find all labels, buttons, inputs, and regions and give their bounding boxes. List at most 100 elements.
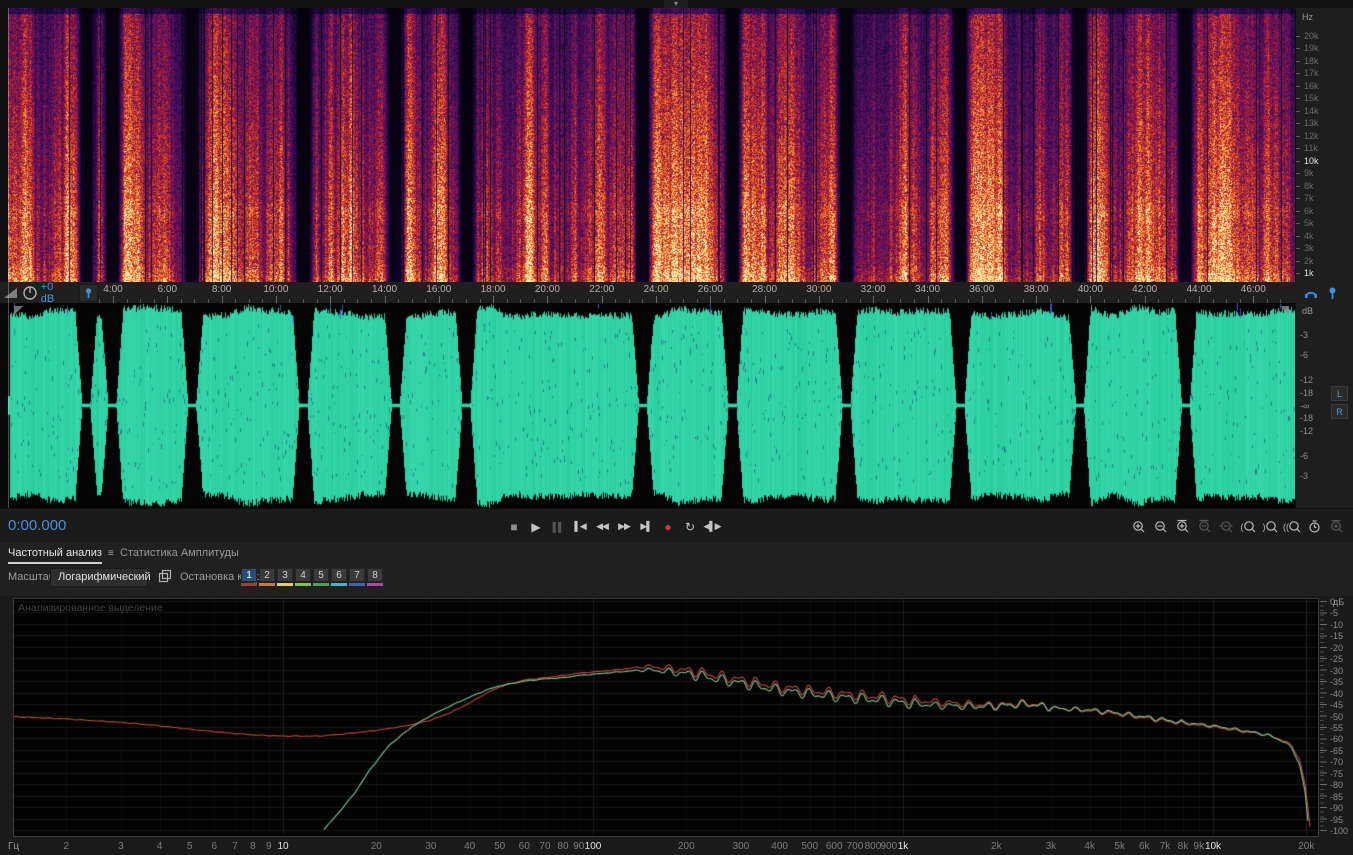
play-button[interactable]: ▶ [526, 517, 546, 536]
freq-tick-label: 15k [1304, 93, 1319, 104]
frame-hold-button-8[interactable]: 8 [367, 568, 383, 586]
db-tick-label: -80 [1330, 780, 1344, 791]
freq-tick [1296, 260, 1300, 262]
skip-selection-button[interactable]: ◀▌▶ [702, 517, 722, 536]
frame-hold-button-4[interactable]: 4 [295, 568, 311, 586]
zoom-out-selection-button[interactable] [1194, 517, 1215, 536]
freq-axis-tick-label: 2k [991, 841, 1002, 852]
tab-amplitude-statistics[interactable]: Статистика Амплитуды [120, 547, 239, 559]
db-tick-label: -75 [1330, 768, 1344, 779]
pause-button[interactable]: ▌▌ [548, 517, 568, 536]
db-tick-label: -100 [1330, 826, 1349, 836]
freq-axis-tick-label: 10 [277, 841, 289, 852]
frame-hold-number: 3 [277, 568, 293, 582]
marker-pin-icon[interactable] [1327, 286, 1338, 300]
freq-tick-label: 7k [1304, 193, 1314, 204]
freq-tick [1296, 273, 1300, 274]
rewind-button[interactable]: ◀◀ [592, 517, 612, 536]
ruler-time-label: 38:00 [1023, 284, 1049, 295]
timeline-tick [981, 296, 983, 303]
fast-forward-button[interactable]: ▶▶ [614, 517, 634, 536]
timeline-tick [764, 296, 766, 303]
panel-grip-icon[interactable]: ▾ [664, 0, 688, 8]
skip-to-end-button[interactable]: ▶▌ [636, 517, 656, 536]
zoom-full-button[interactable] [1216, 517, 1237, 536]
stop-button[interactable]: ■ [504, 517, 524, 536]
timeline-tick [710, 296, 712, 303]
waveform-canvas[interactable] [8, 303, 1295, 508]
zoom-out-point-button[interactable]: ) [1260, 517, 1281, 536]
record-button[interactable]: ● [658, 517, 678, 536]
db-tick-label: -5 [1330, 608, 1339, 619]
current-time-display[interactable]: 0:00.000 [8, 517, 66, 534]
zoom-in-selection-button[interactable] [1172, 517, 1193, 536]
timeline-tick [1199, 296, 1200, 303]
zoom-amplitude-button[interactable] [1326, 517, 1347, 536]
zoom-to-selection-button[interactable]: (( [1282, 517, 1303, 536]
db-tick-label: -20 [1330, 642, 1344, 653]
freq-tick-label: 16k [1304, 80, 1319, 91]
freq-tick [1296, 235, 1300, 237]
tab-frequency-analysis[interactable]: Частотный анализ ≡ [8, 547, 114, 559]
timeline-tick [873, 296, 875, 303]
frame-hold-button-3[interactable]: 3 [277, 568, 293, 586]
panel-menu-icon[interactable]: ≡ [108, 548, 114, 559]
ruler-time-label: 14:00 [371, 284, 398, 295]
frame-hold-button-7[interactable]: 7 [349, 568, 365, 586]
timeline-ticks: 4:00 6:00 8:00 10:00 12:00 14:00 16:00 18:00 20:… [0, 282, 1295, 303]
freq-axis-tick-label: 6 [211, 841, 217, 852]
freq-axis-tick-label: 700 [846, 841, 864, 852]
ruler-time-label: 26:00 [697, 284, 723, 295]
channel-right-button[interactable]: R [1331, 404, 1348, 419]
fade-envelope-icon[interactable] [3, 285, 18, 301]
freq-tick [1296, 198, 1300, 200]
bottom-panel-tabs: Частотный анализ ≡ Статистика Амплитуды [0, 543, 1353, 566]
db-amplitude-label: -18 [1300, 387, 1314, 398]
frame-hold-button-6[interactable]: 6 [331, 568, 347, 586]
spectrogram-canvas[interactable] [8, 8, 1295, 282]
freq-tick [1296, 73, 1300, 75]
ruler-time-label: 20:00 [534, 284, 560, 295]
frequency-analysis-panel: Анализированное выделение дБ Гц 0 -5 -10 -1… [0, 596, 1353, 855]
zoom-in-point-button[interactable]: ( [1238, 517, 1259, 536]
frame-hold-buttons: 12345678 [241, 568, 383, 586]
frame-hold-number: 7 [349, 568, 365, 582]
loop-playback-button[interactable]: ↻ [680, 517, 700, 536]
freq-tick-label: 2k [1304, 255, 1314, 266]
ruler-time-label: 40:00 [1077, 284, 1103, 295]
gain-knob-icon[interactable] [22, 285, 38, 301]
timeline-ruler[interactable]: 4:00 6:00 8:00 10:00 12:00 14:00 16:00 18:00 20:… [0, 281, 1353, 305]
freq-axis-tick-label: 500 [801, 841, 819, 852]
channel-left-button[interactable]: L [1331, 386, 1348, 401]
skip-to-start-button[interactable]: ▌◀ [570, 517, 590, 536]
pin-playhead-button[interactable] [78, 283, 98, 302]
zoom-in-time-button[interactable] [1128, 517, 1149, 536]
pin-marker-icon [85, 287, 91, 298]
frame-hold-button-2[interactable]: 2 [259, 568, 275, 586]
frame-hold-color-strip [349, 583, 365, 586]
freq-tick [1296, 60, 1300, 62]
ruler-time-label: 18:00 [480, 284, 506, 295]
frame-hold-number: 4 [295, 568, 311, 582]
db-tick-label: 0 [1330, 597, 1336, 607]
db-amplitude-label: -6 [1300, 350, 1309, 361]
freq-tick [1296, 123, 1300, 125]
freq-tick-label: 11k [1304, 143, 1318, 154]
scale-select[interactable]: Логарифмический ▾ [50, 568, 151, 587]
ruler-time-label: 30:00 [806, 284, 832, 295]
reset-zoom-button[interactable] [1304, 517, 1325, 536]
gain-value[interactable]: +0 dB [41, 281, 69, 305]
frame-hold-button-5[interactable]: 5 [313, 568, 329, 586]
monitor-headphone-icon[interactable] [1303, 285, 1319, 300]
selection-corner-handle[interactable] [1280, 306, 1289, 315]
playhead[interactable] [8, 8, 9, 508]
selection-corner-handle[interactable] [14, 306, 23, 315]
copy-graph-button[interactable] [156, 568, 174, 584]
db-tick-label: -25 [1330, 654, 1344, 665]
ruler-time-label: 36:00 [969, 284, 995, 295]
zoom-out-time-button[interactable] [1150, 517, 1171, 536]
freq-tick [1296, 135, 1300, 137]
timeline-tick [113, 296, 114, 303]
frame-hold-button-1[interactable]: 1 [241, 568, 257, 586]
freq-axis-tick-label: 5k [1114, 841, 1125, 852]
